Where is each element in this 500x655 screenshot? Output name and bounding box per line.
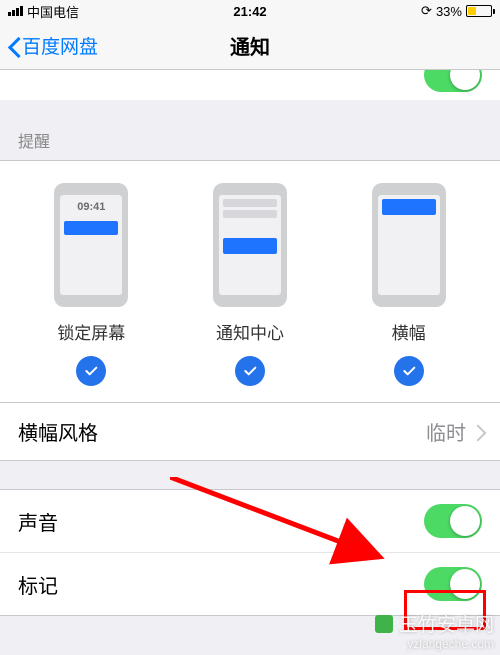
- badge-toggle[interactable]: [424, 567, 482, 601]
- back-label: 百度网盘: [22, 32, 98, 59]
- checkmark-icon[interactable]: [394, 356, 424, 386]
- sound-badge-group: 声音 标记: [0, 489, 500, 616]
- sound-row[interactable]: 声音: [0, 490, 500, 553]
- alert-option-notification-center[interactable]: 通知中心: [171, 183, 328, 344]
- alert-option-banners[interactable]: 横幅: [330, 183, 487, 344]
- clock-label: 21:42: [233, 4, 266, 19]
- toggle-knob: [450, 506, 480, 536]
- row-label: 声音: [18, 507, 58, 536]
- badge-row[interactable]: 标记: [0, 553, 500, 615]
- alert-option-lock-screen[interactable]: 09:41 锁定屏幕: [13, 183, 170, 344]
- sound-toggle[interactable]: [424, 504, 482, 538]
- section-header-alerts: 提醒: [0, 100, 500, 160]
- row-label: 横幅风格: [18, 417, 98, 446]
- chevron-left-icon: [8, 35, 20, 57]
- battery-percent: 33%: [436, 4, 462, 19]
- battery-fill: [468, 7, 476, 15]
- row-label: 标记: [18, 570, 58, 599]
- alert-option-label: 横幅: [392, 319, 426, 344]
- status-bar: 中国电信 21:42 ⟳ 33%: [0, 0, 500, 22]
- banner-preview-icon: [372, 183, 446, 307]
- cutoff-row-allow-notifications[interactable]: [0, 70, 500, 100]
- checkmark-icon[interactable]: [76, 356, 106, 386]
- alert-option-label: 锁定屏幕: [57, 319, 125, 344]
- spacer: [0, 461, 500, 489]
- row-value-area: 临时: [426, 417, 482, 446]
- status-right: ⟳ 33%: [421, 3, 492, 19]
- toggle-knob: [450, 569, 480, 599]
- toggle-knob: [450, 70, 480, 90]
- lock-screen-preview-icon: 09:41: [54, 183, 128, 307]
- banner-style-group: 横幅风格 临时: [0, 403, 500, 461]
- signal-icon: [8, 6, 23, 16]
- status-left: 中国电信: [8, 2, 79, 21]
- lock-time-label: 09:41: [60, 195, 122, 213]
- orientation-lock-icon: ⟳: [421, 3, 432, 19]
- alert-check-row: [0, 344, 500, 394]
- allow-notifications-toggle[interactable]: [424, 70, 482, 92]
- alert-preview-row: 09:41 锁定屏幕 通知中心 横幅: [0, 177, 500, 344]
- alert-style-group: 09:41 锁定屏幕 通知中心 横幅: [0, 160, 500, 403]
- nav-bar: 百度网盘 通知: [0, 22, 500, 70]
- alert-option-label: 通知中心: [216, 319, 284, 344]
- watermark-en: yzlangeche.com: [407, 637, 494, 651]
- banner-style-value: 临时: [426, 417, 466, 446]
- battery-icon: [466, 5, 492, 17]
- carrier-label: 中国电信: [27, 2, 79, 21]
- back-button[interactable]: 百度网盘: [8, 32, 98, 59]
- watermark: 玉竹安卓网 yzlangeche.com: [375, 610, 494, 651]
- chevron-right-icon: [472, 423, 482, 441]
- notification-center-preview-icon: [213, 183, 287, 307]
- watermark-logo-icon: [375, 615, 393, 633]
- checkmark-icon[interactable]: [235, 356, 265, 386]
- banner-style-row[interactable]: 横幅风格 临时: [0, 403, 500, 460]
